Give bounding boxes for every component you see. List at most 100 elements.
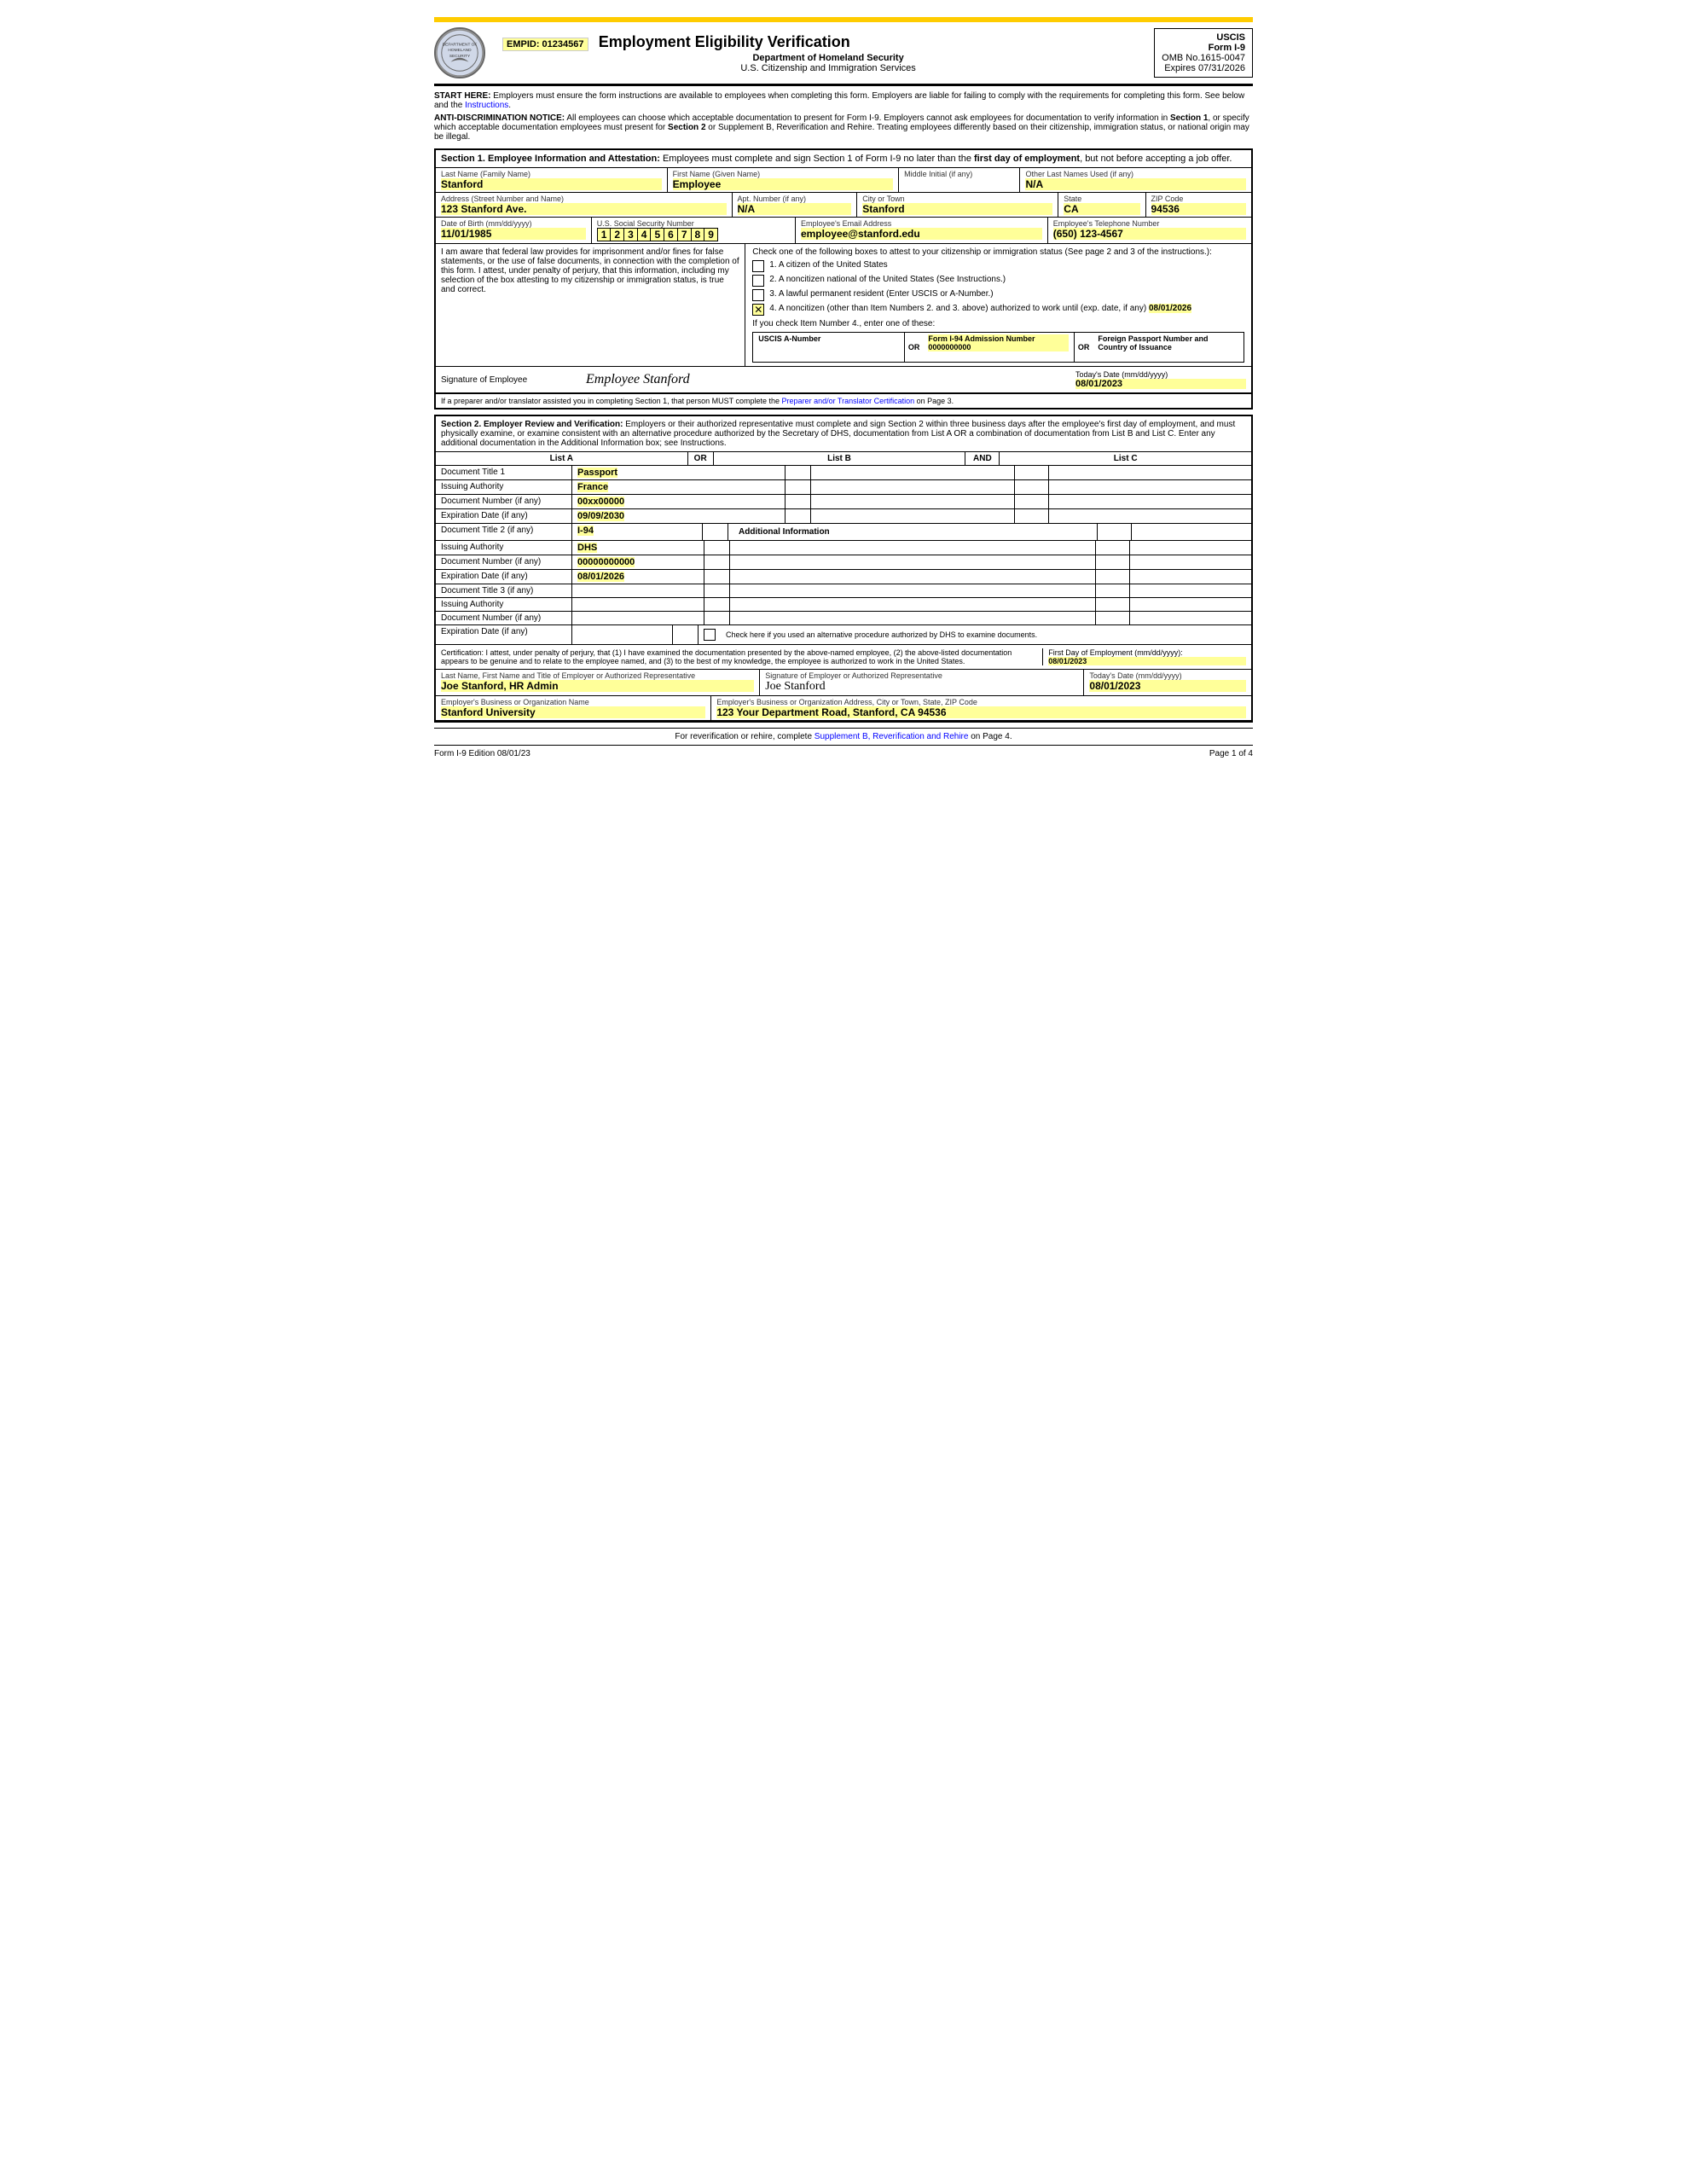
or-sep4 bbox=[786, 509, 811, 523]
doc2-issuing-row: Issuing Authority DHS bbox=[436, 541, 1251, 555]
section1-desc: Employees must complete and sign Section… bbox=[663, 154, 1232, 164]
or-sep2 bbox=[786, 480, 811, 494]
doc2-title-row: Document Title 2 (if any) I-94 Additiona… bbox=[436, 524, 1251, 541]
doc1-expiry-label: Expiration Date (if any) bbox=[436, 509, 572, 523]
uscis-value bbox=[758, 343, 899, 357]
instructions-link[interactable]: Instructions bbox=[465, 101, 508, 110]
zip-value: 94536 bbox=[1151, 203, 1247, 215]
doc3-expiry-value bbox=[572, 625, 673, 644]
doc1-title-label: Document Title 1 bbox=[436, 466, 572, 479]
address-value: 123 Stanford Ave. bbox=[441, 203, 727, 215]
and-header: AND bbox=[965, 452, 1000, 465]
apt-label: Apt. Number (if any) bbox=[738, 195, 852, 203]
checkbox2[interactable] bbox=[752, 275, 764, 287]
doc1-number-highlight: 00xx00000 bbox=[577, 497, 624, 507]
doc3-title-value bbox=[572, 584, 704, 597]
uscis-col: USCIS A-Number bbox=[753, 333, 905, 362]
city-cell: City or Town Stanford bbox=[857, 193, 1058, 217]
doc1-title-value: Passport bbox=[572, 466, 786, 479]
cert-content: Certification: I attest, under penalty o… bbox=[441, 648, 1246, 665]
ssn-d4: 4 bbox=[638, 229, 652, 241]
doc1-expiry-row: Expiration Date (if any) 09/09/2030 bbox=[436, 509, 1251, 524]
checkbox3-row: 3. A lawful permanent resident (Enter US… bbox=[752, 289, 1244, 301]
checkbox1[interactable] bbox=[752, 260, 764, 272]
attest-left-text: I am aware that federal law provides for… bbox=[436, 244, 745, 366]
zip-label: ZIP Code bbox=[1151, 195, 1247, 203]
employer-date-value: 08/01/2023 bbox=[1089, 680, 1246, 692]
doc3-expiry-row: Expiration Date (if any) Check here if y… bbox=[436, 625, 1251, 645]
sig-value: Employee Stanford bbox=[586, 372, 690, 386]
doc2-listc-number bbox=[1130, 555, 1251, 569]
ssn-d3: 3 bbox=[624, 229, 638, 241]
doc1-listb-number bbox=[811, 495, 1014, 508]
attest-legal-text: I am aware that federal law provides for… bbox=[441, 247, 739, 294]
first-day-value: 08/01/2023 bbox=[1048, 657, 1246, 665]
doc2-additional-area bbox=[730, 541, 1095, 555]
employer-sig-cell: Signature of Employer or Authorized Repr… bbox=[760, 670, 1084, 695]
sig-date-label: Today's Date (mm/dd/yyyy) bbox=[1075, 370, 1246, 379]
checkbox3[interactable] bbox=[752, 289, 764, 301]
doc2-number-row: Document Number (if any) 00000000000 bbox=[436, 555, 1251, 570]
org-address-value: 123 Your Department Road, Stanford, CA 9… bbox=[716, 706, 1246, 718]
empid-badge: EMPID: 01234567 bbox=[502, 38, 588, 51]
doc3-issuing-label: Issuing Authority bbox=[436, 598, 572, 611]
last-name-value: Stanford bbox=[441, 178, 662, 190]
alt-procedure-checkbox[interactable] bbox=[704, 629, 716, 641]
employer-name-row: Last Name, First Name and Title of Emplo… bbox=[436, 670, 1251, 696]
uscis-label: USCIS A-Number bbox=[758, 334, 899, 343]
or-sep7 bbox=[704, 555, 730, 569]
supplement-text-suffix: on Page 4. bbox=[971, 732, 1012, 741]
and-sep1 bbox=[1015, 466, 1049, 479]
checkbox4-row: ✕ 4. A noncitizen (other than Item Numbe… bbox=[752, 304, 1244, 316]
address-row: Address (Street Number and Name) 123 Sta… bbox=[436, 193, 1251, 218]
expiry-date: Expires 07/31/2026 bbox=[1162, 63, 1245, 73]
middle-initial-cell: Middle Initial (if any) bbox=[899, 168, 1020, 192]
ssn-cell: U.S. Social Security Number 1 2 3 4 5 6 … bbox=[592, 218, 796, 243]
and-sep4 bbox=[1015, 509, 1049, 523]
or-sep6 bbox=[704, 541, 730, 555]
first-name-cell: First Name (Given Name) Employee bbox=[668, 168, 900, 192]
doc3-listb-issuing bbox=[730, 598, 1095, 611]
checkbox1-label: 1. A citizen of the United States bbox=[769, 260, 887, 270]
header-center: EMPID: 01234567 Employment Eligibility V… bbox=[502, 33, 1154, 73]
or-sep1 bbox=[786, 466, 811, 479]
first-day-label: First Day of Employment (mm/dd/yyyy): bbox=[1048, 648, 1246, 657]
doc2-listc-issuing bbox=[1130, 541, 1251, 555]
preparer-text2: on Page 3. bbox=[917, 397, 954, 405]
cert-text: Certification: I attest, under penalty o… bbox=[441, 648, 1034, 665]
ssn-d6: 6 bbox=[664, 229, 678, 241]
employer-sig-value: Joe Stanford bbox=[765, 680, 1078, 694]
list-c-header: List C bbox=[1000, 452, 1251, 465]
employer-date-label: Today's Date (mm/dd/yyyy) bbox=[1089, 671, 1246, 680]
anti-discrimination-notice: ANTI-DISCRIMINATION NOTICE: All employee… bbox=[434, 113, 1253, 142]
doc3-listb-cell bbox=[730, 584, 1095, 597]
other-names-cell: Other Last Names Used (if any) N/A bbox=[1020, 168, 1251, 192]
doc1-number-value: 00xx00000 bbox=[572, 495, 786, 508]
alt-procedure-text: Check here if you used an alternative pr… bbox=[726, 630, 1037, 639]
preparer-text: If a preparer and/or translator assisted… bbox=[441, 397, 782, 405]
employer-name-cell: Last Name, First Name and Title of Emplo… bbox=[436, 670, 760, 695]
section1-header: Section 1. Employee Information and Atte… bbox=[436, 150, 1251, 168]
checkbox4[interactable]: ✕ bbox=[752, 304, 764, 316]
form94-label: Form I-94 Admission Number bbox=[928, 334, 1069, 343]
supplement-b-link[interactable]: Supplement B, Reverification and Rehire bbox=[815, 732, 969, 741]
doc2-title-label: Document Title 2 (if any) bbox=[436, 524, 572, 540]
org-name-value: Stanford University bbox=[441, 706, 705, 718]
ssn-d9: 9 bbox=[704, 229, 717, 241]
ssn-d7: 7 bbox=[678, 229, 692, 241]
doc1-number-row: Document Number (if any) 00xx00000 bbox=[436, 495, 1251, 509]
checkbox1-row: 1. A citizen of the United States bbox=[752, 260, 1244, 272]
ssn-label: U.S. Social Security Number bbox=[597, 219, 790, 228]
attestation-section: I am aware that federal law provides for… bbox=[436, 244, 1251, 367]
doc3-listb-number bbox=[730, 612, 1095, 624]
doc1-listb-cell bbox=[811, 466, 1014, 479]
and-sep7 bbox=[1096, 555, 1130, 569]
sig-label: Signature of Employee bbox=[441, 375, 569, 385]
other-names-label: Other Last Names Used (if any) bbox=[1025, 170, 1246, 178]
form-footer: Form I-9 Edition 08/01/23 Page 1 of 4 bbox=[434, 746, 1253, 762]
edition-label: Form I-9 Edition 08/01/23 bbox=[434, 749, 530, 758]
doc2-listc-cell bbox=[1132, 524, 1251, 540]
preparer-link[interactable]: Preparer and/or Translator Certification bbox=[782, 397, 915, 405]
or1-label: OR bbox=[905, 333, 924, 362]
doc3-listc-cell bbox=[1130, 584, 1251, 597]
